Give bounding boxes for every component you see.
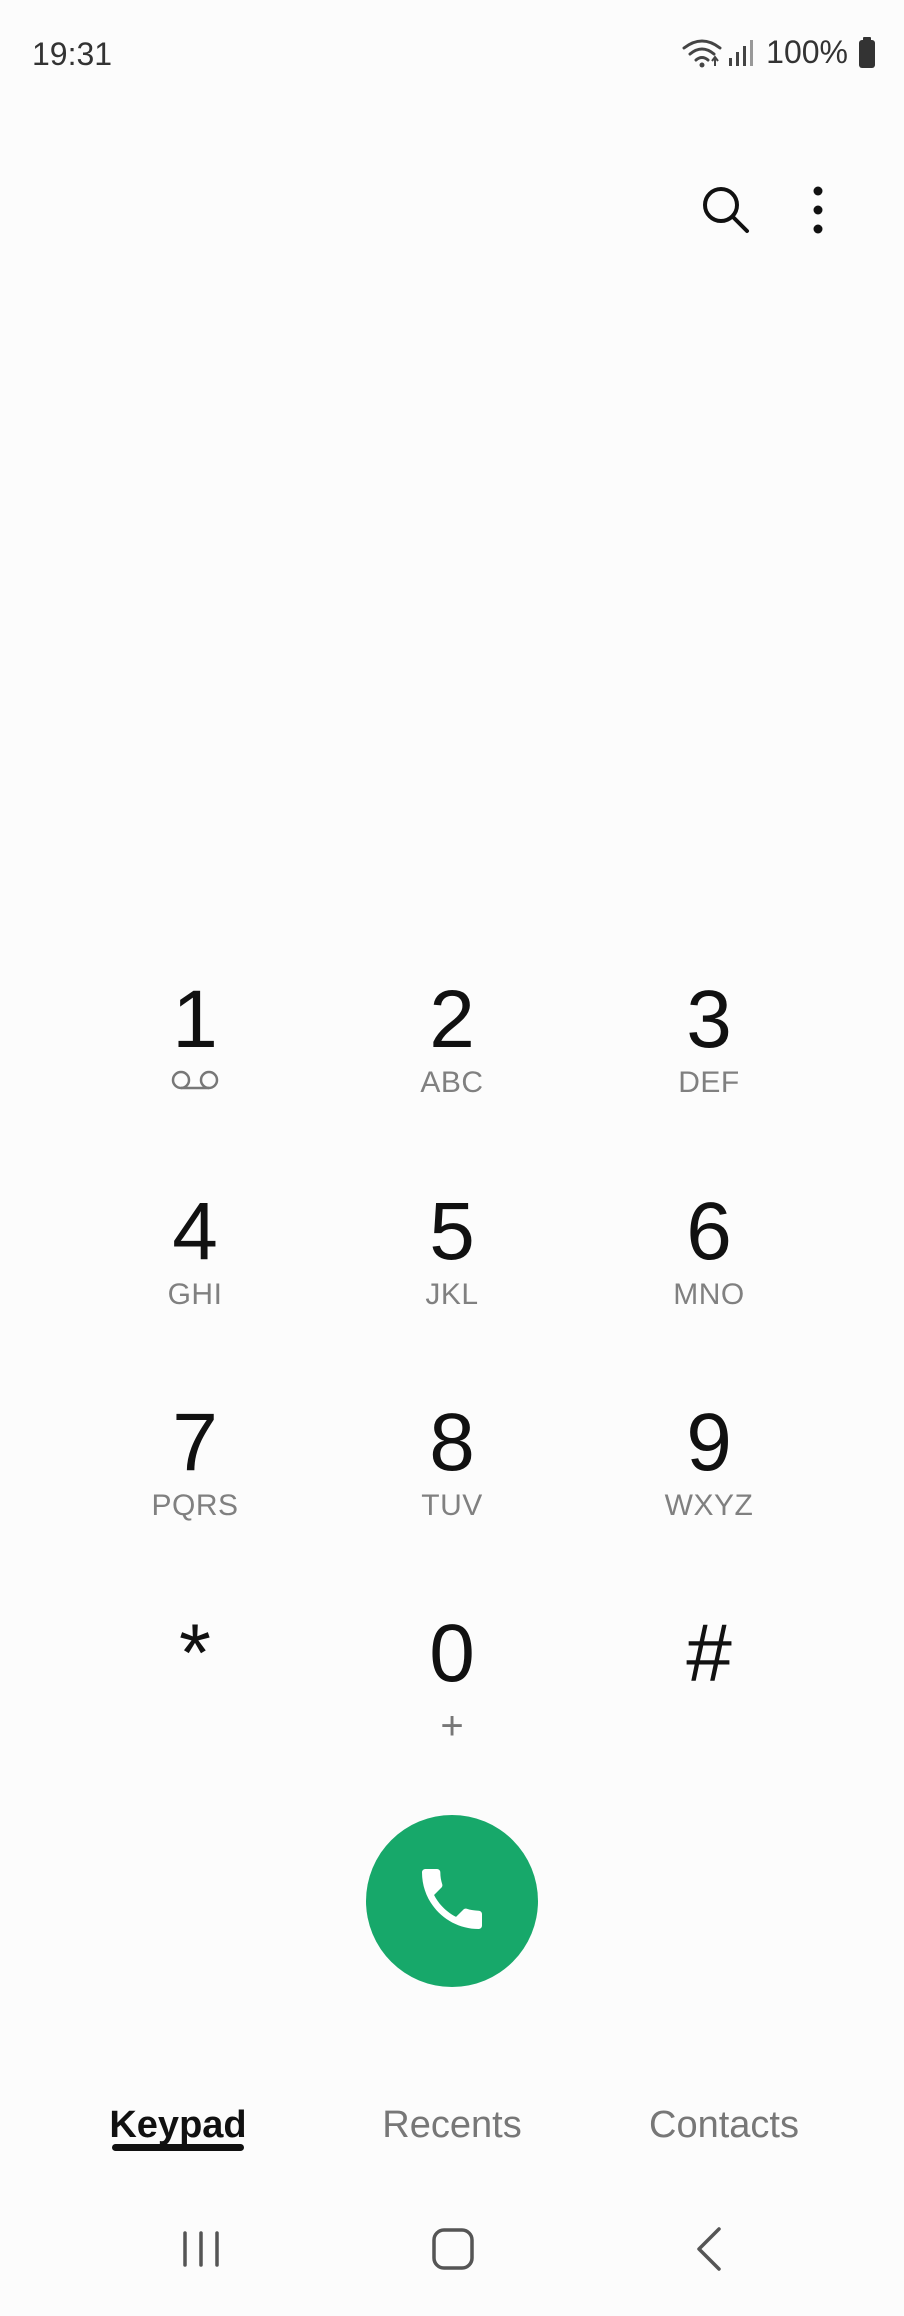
key-digit: 8: [429, 1397, 475, 1488]
key-5[interactable]: 5 JKL: [342, 1182, 562, 1352]
key-digit: 0: [429, 1608, 475, 1699]
tab-contacts[interactable]: Contacts: [614, 2090, 834, 2160]
key-digit: 6: [686, 1186, 732, 1277]
battery-percent: 100%: [766, 34, 848, 70]
key-4[interactable]: 4 GHI: [85, 1182, 305, 1352]
recent-apps-button[interactable]: [156, 2216, 246, 2286]
call-button[interactable]: [366, 1815, 538, 1987]
key-digit: 7: [172, 1397, 218, 1488]
key-digit: *: [179, 1608, 211, 1699]
status-icons: 100%: [682, 34, 876, 71]
key-digit: #: [686, 1608, 732, 1699]
home-icon: [431, 2227, 475, 2276]
key-2[interactable]: 2 ABC: [342, 970, 562, 1140]
key-digit: 1: [172, 974, 218, 1065]
key-hash[interactable]: #: [599, 1604, 819, 1774]
back-button[interactable]: [664, 2216, 754, 2286]
key-letters: TUV: [421, 1489, 483, 1522]
dial-keypad: 1 2 ABC 3 DEF 4 GHI 5 JKL 6 MNO 7 PQRS 8…: [0, 970, 904, 1770]
recent-apps-icon: [179, 2229, 223, 2274]
key-7[interactable]: 7 PQRS: [85, 1393, 305, 1563]
wifi-icon: [682, 37, 722, 69]
more-options-icon: [812, 185, 824, 240]
signal-icon: [728, 38, 754, 68]
navigation-bar: [0, 2196, 904, 2316]
key-letters: PQRS: [151, 1489, 239, 1522]
key-6[interactable]: 6 MNO: [599, 1182, 819, 1352]
status-bar: 19:31 100%: [0, 0, 904, 112]
key-0[interactable]: 0 +: [342, 1604, 562, 1774]
key-letters: DEF: [678, 1066, 740, 1099]
battery-icon: [858, 36, 876, 69]
key-digit: 5: [429, 1186, 475, 1277]
key-digit: 2: [429, 974, 475, 1065]
bottom-tabs: Keypad Recents Contacts: [0, 2080, 904, 2190]
key-8[interactable]: 8 TUV: [342, 1393, 562, 1563]
key-letters: JKL: [425, 1278, 479, 1311]
key-letters: MNO: [673, 1278, 745, 1311]
more-options-button[interactable]: [782, 176, 854, 248]
status-time: 19:31: [32, 36, 113, 72]
key-digit: 4: [172, 1186, 218, 1277]
key-letters: WXYZ: [664, 1489, 754, 1522]
key-digit: 9: [686, 1397, 732, 1488]
key-digit: 3: [686, 974, 732, 1065]
voicemail-icon: [85, 1068, 305, 1092]
key-star[interactable]: *: [85, 1604, 305, 1774]
tab-recents[interactable]: Recents: [352, 2090, 552, 2160]
key-letters: ABC: [420, 1066, 484, 1099]
key-1[interactable]: 1: [85, 970, 305, 1140]
search-button[interactable]: [690, 176, 762, 248]
key-9[interactable]: 9 WXYZ: [599, 1393, 819, 1563]
key-plus: +: [440, 1704, 464, 1748]
home-button[interactable]: [408, 2216, 498, 2286]
key-letters: GHI: [167, 1278, 223, 1311]
back-icon: [694, 2226, 724, 2277]
active-tab-indicator: [112, 2144, 244, 2151]
search-icon: [699, 183, 753, 242]
key-3[interactable]: 3 DEF: [599, 970, 819, 1140]
phone-icon: [412, 1859, 492, 1944]
